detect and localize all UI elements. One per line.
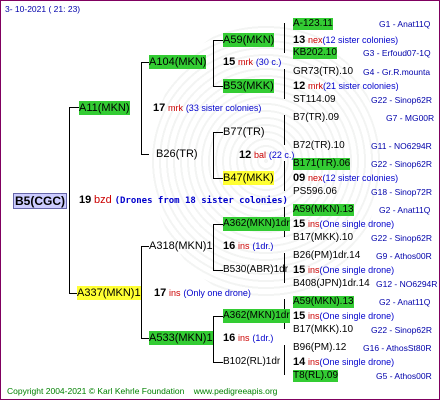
dam-queen[interactable]: A337(MKN)1 xyxy=(77,286,141,300)
gen2-queen-2[interactable]: B26(TR) xyxy=(156,147,198,161)
gen4-info-8: G18 - Sinop72R xyxy=(371,187,432,197)
connector xyxy=(69,293,77,294)
gen3-queen-8[interactable]: B102(RL)1dr xyxy=(223,355,280,369)
gen4-queen-5[interactable]: B7(TR).09 xyxy=(293,112,339,124)
sire-count: 17 mrk (33 sister colonies) xyxy=(153,102,262,114)
gen4-queen-9[interactable]: A59(MKN).13 xyxy=(293,204,354,216)
gen4-queen-4[interactable]: ST114.09 xyxy=(293,94,336,106)
connector xyxy=(213,132,214,178)
connector xyxy=(213,362,223,363)
gen4-queen-10[interactable]: B17(MKK).10 xyxy=(293,232,353,244)
gen4-info-6: G11 - NO6294R xyxy=(371,141,432,151)
gen4-info-2: G3 - Erfoud07-1Q xyxy=(363,48,431,58)
sire-queen[interactable]: A11(MKN) xyxy=(79,101,130,115)
gen4-queen-7[interactable]: B171(TR).06 xyxy=(293,158,351,170)
gen4-info-5: G7 - MG00R xyxy=(386,113,435,123)
gen4-queen-13[interactable]: A59(MKN).13 xyxy=(293,296,354,308)
gen4-queen-14[interactable]: B17(MKK).10 xyxy=(293,324,353,336)
gen4-info-4: G22 - Sinop62R xyxy=(371,95,432,105)
connector xyxy=(213,86,223,87)
connector xyxy=(141,62,142,154)
connector xyxy=(284,345,285,375)
gen4-queen-3[interactable]: GR73(TR).10 xyxy=(293,66,353,78)
gen4-info-13: G2 - Anat11Q xyxy=(379,297,431,307)
gen4-queen-12[interactable]: B408(JPN)1dr.14 xyxy=(293,278,370,290)
gen4-queen-2[interactable]: KB202.10 xyxy=(293,47,337,59)
connector xyxy=(213,316,214,362)
gen4-info-14: G22 - Sinop62R xyxy=(371,325,432,335)
gen3-queen-5[interactable]: A362(MKN)1dr xyxy=(223,217,290,231)
copyright-text: Copyright 2004-2021 © Karl Kehrle Founda… xyxy=(7,386,185,396)
gen4-queen-15[interactable]: B96(PM).12 xyxy=(293,342,346,354)
connector xyxy=(141,154,149,155)
connector xyxy=(141,62,149,63)
connector xyxy=(284,69,285,99)
connector xyxy=(141,246,142,338)
gen3-count-6: 15 ins(One single drone) xyxy=(293,264,395,276)
gen4-info-12: G12 - NO6294R xyxy=(376,279,438,289)
gen3-queen-6[interactable]: B530(ABR)1dr xyxy=(223,263,288,277)
gen4-info-1: G1 - Anat11Q xyxy=(379,19,431,29)
gen4-info-10: G22 - Sinop62R xyxy=(371,233,432,243)
connector xyxy=(213,40,223,41)
connector xyxy=(284,23,285,53)
gen3-count-8: 14 ins(One single drone) xyxy=(293,356,395,368)
connector xyxy=(213,224,214,270)
connector xyxy=(141,246,149,247)
gen4-info-3: G4 - Gr.R.mounta xyxy=(363,67,431,77)
gen3-count-3: 12 bal (22 c.) xyxy=(239,149,295,161)
gen3-queen-1[interactable]: A59(MKN) xyxy=(223,33,275,47)
gen3-queen-3[interactable]: B77(TR) xyxy=(223,125,265,139)
root-num: 19 xyxy=(79,194,92,206)
gen2-queen-4[interactable]: A533(MKN)1 xyxy=(149,331,213,345)
gen4-queen-8[interactable]: PS596.06 xyxy=(293,186,337,198)
dam-count: 17 ins (Only one drone) xyxy=(154,287,251,299)
root-queen[interactable]: B5(CGC) xyxy=(13,193,67,209)
gen4-info-11: G9 - Athos00R xyxy=(376,251,432,261)
connector xyxy=(213,224,223,225)
gen3-queen-4[interactable]: B47(MKK) xyxy=(223,171,274,185)
connector xyxy=(213,40,214,86)
root-note: (Drones from 18 sister colonies) xyxy=(114,196,288,206)
gen4-info-7: G22 - Sinop62R xyxy=(371,159,432,169)
gen4-queen-6[interactable]: B72(TR).10 xyxy=(293,140,345,152)
pedigree-chart: 3- 10-2021 ( 21: 23) B5(CGC) 19 bzd (Dro… xyxy=(0,0,440,400)
connector xyxy=(213,178,223,179)
root-count: 19 bzd (Drones from 18 sister colonies) xyxy=(79,194,288,207)
footer: Copyright 2004-2021 © Karl Kehrle Founda… xyxy=(7,386,277,396)
gen4-queen-11[interactable]: B26(PM)1dr.14 xyxy=(293,250,360,262)
gen3-count-4: 09 nex(12 sister colonies) xyxy=(293,172,399,184)
gen4-queen-16[interactable]: T8(RL).09 xyxy=(293,370,339,382)
connector xyxy=(69,107,70,293)
timestamp: 3- 10-2021 ( 21: 23) xyxy=(5,4,81,14)
gen3-count-5: 15 ins(One single drone) xyxy=(293,218,395,230)
gen2-queen-1[interactable]: A104(MKN) xyxy=(149,55,207,69)
gen4-queen-1[interactable]: A-123.11 xyxy=(293,18,333,30)
gen3-count-7: 15 ins(One single drone) xyxy=(293,310,395,322)
gen2-count-1: 15 mrk (30 c.) xyxy=(223,56,282,68)
gen2-count-4: 16 ins (1dr.) xyxy=(223,332,274,344)
gen2-count-3: 16 ins (1dr.) xyxy=(223,240,274,252)
connector xyxy=(213,132,223,133)
gen3-queen-2[interactable]: B53(MKK) xyxy=(223,79,274,93)
connector xyxy=(284,115,285,145)
gen2-queen-3[interactable]: A318(MKN)1 xyxy=(149,239,213,253)
connector xyxy=(213,270,223,271)
connector xyxy=(141,338,149,339)
root-tag: bzd xyxy=(94,194,112,206)
gen3-count-1: 13 nex(12 sister colonies) xyxy=(293,34,399,46)
gen4-info-9: G2 - Anat11Q xyxy=(379,205,431,215)
gen4-info-16: G5 - Athos00R xyxy=(376,371,432,381)
gen3-count-2: 12 mrk(21 sister colonies) xyxy=(293,80,399,92)
connector xyxy=(69,107,79,108)
connector xyxy=(213,316,223,317)
connector xyxy=(284,161,285,191)
footer-link[interactable]: www.pedigreeapis.org xyxy=(194,386,278,396)
gen4-info-15: G16 - AthosSt80R xyxy=(363,343,432,353)
gen3-queen-7[interactable]: A362(MKN)1dr xyxy=(223,309,290,323)
